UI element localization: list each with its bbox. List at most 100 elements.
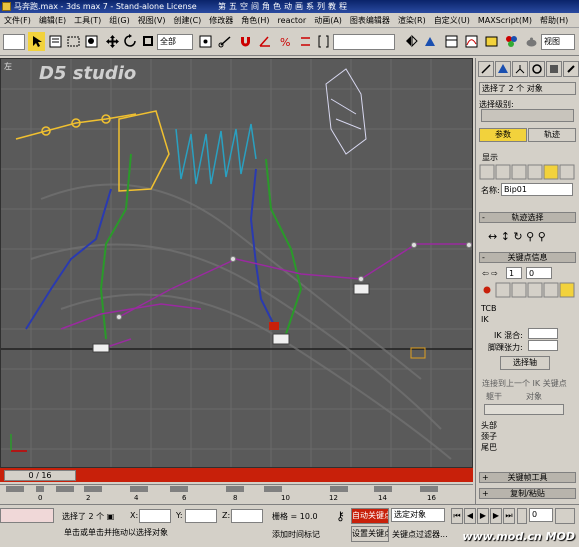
menu-character[interactable]: 角色(H)	[237, 13, 273, 27]
viewport-label[interactable]: 左	[4, 61, 12, 72]
menu-customize[interactable]: 自定义(U)	[430, 13, 474, 27]
tab-hierarchy[interactable]	[512, 61, 528, 77]
add-time-tag[interactable]: 添加时间标记	[272, 529, 320, 540]
tab-modify[interactable]	[495, 61, 511, 77]
angle-snap-button[interactable]	[256, 32, 273, 51]
key-nav-arrows[interactable]: ⇦ ⇨	[482, 269, 498, 278]
biped-display-buttons[interactable]	[479, 164, 576, 180]
menu-edit[interactable]: 编辑(E)	[35, 13, 70, 27]
tcb-toggle[interactable]: TCB	[481, 304, 497, 313]
timeline-keys	[6, 486, 438, 492]
menu-tools[interactable]: 工具(T)	[70, 13, 105, 27]
rotate-button[interactable]	[121, 32, 138, 51]
timeline-ruler[interactable]: 0 2 4 6 8 10 12 14 16	[0, 484, 473, 504]
move-button[interactable]	[103, 32, 120, 51]
menu-views[interactable]: 视图(V)	[134, 13, 170, 27]
select-by-name-button[interactable]	[46, 32, 63, 51]
key-mode-button[interactable]	[517, 508, 527, 524]
goto-start-button[interactable]: ⏮	[451, 508, 463, 524]
spinner-snap-button[interactable]	[296, 32, 313, 51]
material-editor-button[interactable]	[502, 32, 519, 51]
mirror-button[interactable]	[402, 32, 419, 51]
ik-blend-field[interactable]	[528, 328, 558, 339]
name-field[interactable]: Bip01	[501, 183, 573, 196]
studio-logo: D5 studio	[39, 63, 137, 84]
render-scene-button[interactable]	[522, 32, 539, 51]
key-type-buttons[interactable]	[479, 282, 576, 298]
select-pivot-button[interactable]: 选择轴	[500, 356, 550, 370]
tab-motion[interactable]	[529, 61, 545, 77]
ankle-tension-field[interactable]	[528, 340, 558, 351]
rollout-keyframe-tools[interactable]: + 关键帧工具	[479, 472, 576, 483]
layer-manager-button[interactable]	[442, 32, 459, 51]
command-panel-tabs	[476, 58, 579, 80]
object-radio[interactable]: 对象	[526, 391, 542, 402]
region-select-button[interactable]	[64, 32, 81, 51]
menu-help[interactable]: 帮助(H)	[536, 13, 572, 27]
schematic-view-button[interactable]	[482, 32, 499, 51]
menu-group[interactable]: 组(G)	[105, 13, 133, 27]
menu-create[interactable]: 创建(C)	[169, 13, 205, 27]
selected-object-dropdown[interactable]: 选定对象	[391, 508, 445, 522]
named-selection-dropdown[interactable]	[333, 34, 395, 50]
z-coordinate[interactable]	[231, 509, 263, 523]
window-title: 马奔跑.max - 3ds max 7 - Stand-alone Licens…	[14, 2, 197, 11]
ik-toggle[interactable]: IK	[481, 315, 489, 324]
selection-level-dropdown[interactable]	[481, 109, 574, 122]
key-number-field[interactable]: 1	[506, 267, 522, 279]
link-button[interactable]	[216, 32, 233, 51]
snap-3d-button[interactable]	[236, 32, 253, 51]
reference-coord-dropdown[interactable]: 全部	[157, 34, 193, 50]
tab-trajectories[interactable]: 轨迹	[528, 128, 576, 142]
x-coordinate[interactable]	[139, 509, 171, 523]
left-viewport[interactable]: 左 D5 studio	[0, 58, 473, 468]
render-type-dropdown[interactable]: 视图	[541, 34, 575, 50]
menu-bar: 文件(F) 编辑(E) 工具(T) 组(G) 视图(V) 创建(C) 修改器 角色(H) rea…	[0, 13, 579, 28]
scale-button[interactable]	[139, 32, 156, 51]
key-time-field[interactable]: 0	[526, 267, 552, 279]
body-radio[interactable]: 躯干	[486, 391, 502, 402]
neck-rollout[interactable]: 颈子	[481, 431, 497, 442]
edit-named-selection-button[interactable]	[314, 32, 331, 51]
menu-file[interactable]: 文件(F)	[0, 13, 35, 27]
menu-animation[interactable]: 动画(A)	[310, 13, 346, 27]
auto-key-button[interactable]: 自动关键点	[351, 508, 389, 524]
percent-snap-button[interactable]: %	[276, 32, 293, 51]
pivot-button[interactable]	[196, 32, 213, 51]
tab-parameters[interactable]: 参数	[479, 128, 527, 142]
tab-utilities[interactable]	[563, 61, 579, 77]
menu-rendering[interactable]: 渲染(R)	[394, 13, 430, 27]
menu-graph-editors[interactable]: 图表编辑器	[346, 13, 394, 27]
maxscript-listener[interactable]	[0, 508, 54, 523]
zoom-region-button[interactable]	[555, 508, 575, 524]
ik-object-field[interactable]	[484, 404, 564, 415]
curve-editor-button[interactable]	[462, 32, 479, 51]
head-rollout[interactable]: 头部	[481, 420, 497, 431]
prev-frame-button[interactable]: ◀	[464, 508, 476, 524]
rollout-key-info[interactable]: - 关键点信息	[479, 252, 576, 263]
tab-display[interactable]	[546, 61, 562, 77]
track-selection-buttons[interactable]: ↔ ↕ ↻ ⚲ ⚲	[488, 230, 546, 243]
undo-dropdown[interactable]	[3, 34, 25, 50]
pivot-icon	[199, 35, 212, 48]
menu-reactor[interactable]: reactor	[274, 13, 311, 27]
time-slider-thumb[interactable]: 0 / 16	[4, 470, 76, 481]
select-button[interactable]	[28, 32, 45, 51]
tab-create[interactable]	[478, 61, 494, 77]
align-button[interactable]	[421, 32, 438, 51]
window-crossing-button[interactable]	[82, 32, 99, 51]
play-button[interactable]: ▶	[477, 508, 489, 524]
menu-modifiers[interactable]: 修改器	[205, 13, 237, 27]
rollout-copy-paste[interactable]: + 复制/粘贴	[479, 488, 576, 499]
set-key-button[interactable]: 设置关键点	[351, 526, 389, 542]
move-icon	[106, 35, 119, 48]
y-coordinate[interactable]	[185, 509, 217, 523]
current-frame-field[interactable]: 0	[529, 508, 553, 522]
next-frame-button[interactable]: ▶	[490, 508, 502, 524]
key-filters-button[interactable]: 关键点过滤器...	[392, 529, 448, 540]
join-prev-ik-checkbox[interactable]: 连接到上一个 IK 关键点	[482, 378, 567, 389]
tail-rollout[interactable]: 尾巴	[481, 442, 497, 453]
goto-end-button[interactable]: ⏭	[503, 508, 515, 524]
menu-maxscript[interactable]: MAXScript(M)	[474, 13, 536, 27]
rollout-track-selection[interactable]: - 轨迹选择	[479, 212, 576, 223]
